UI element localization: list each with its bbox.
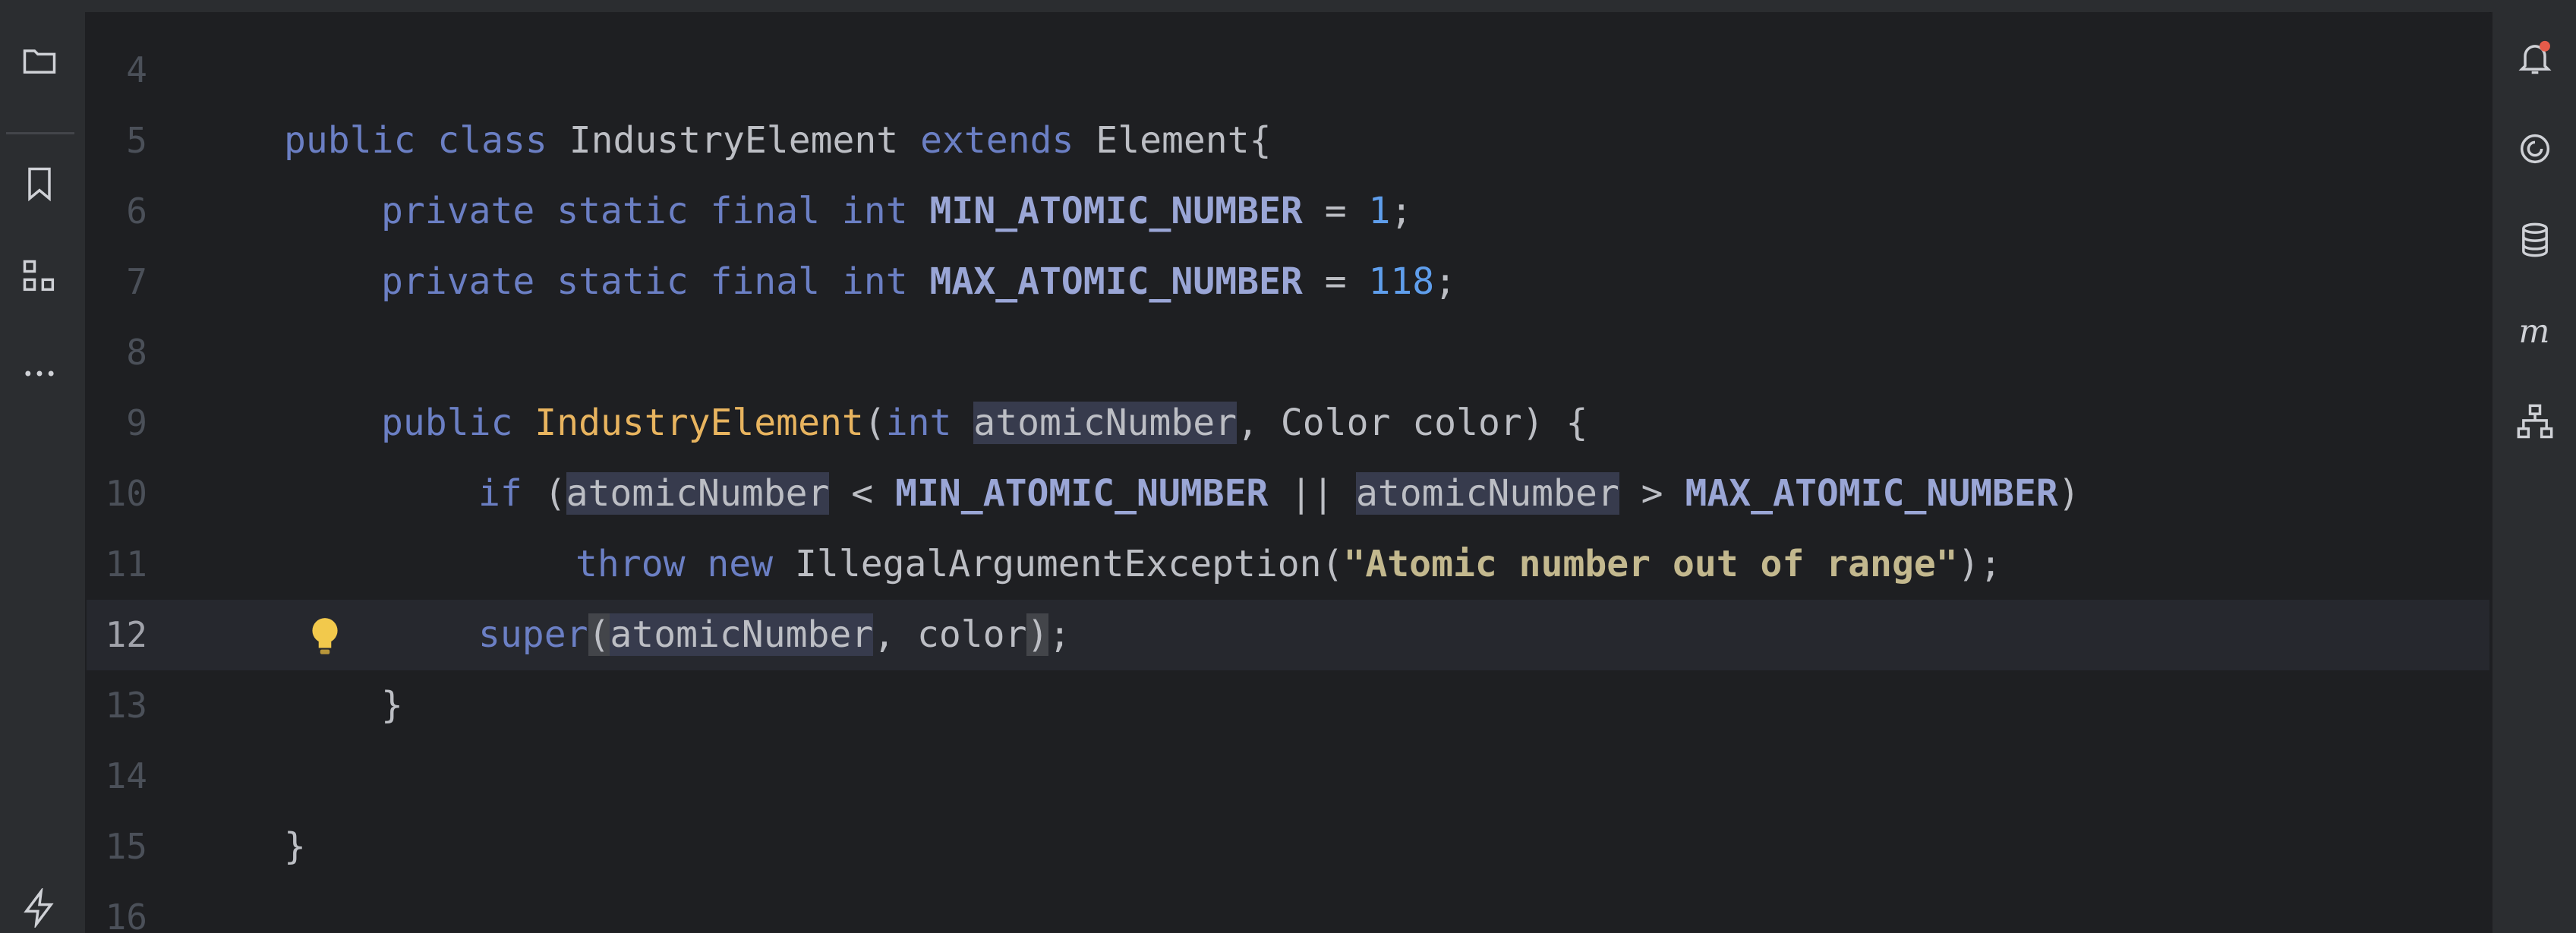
hierarchy-icon[interactable]: [2512, 399, 2558, 445]
line-number: 5: [126, 120, 147, 161]
code-line[interactable]: 15 }: [87, 812, 2489, 882]
code-text: if (atomicNumber < MIN_ATOMIC_NUMBER || …: [478, 472, 2080, 515]
line-number: 4: [126, 49, 147, 90]
left-tool-strip: [0, 12, 87, 933]
code-text: }: [284, 825, 306, 868]
more-icon[interactable]: [17, 351, 62, 396]
folder-icon[interactable]: [17, 38, 62, 84]
line-number: 9: [126, 402, 147, 443]
line-number: 16: [105, 897, 147, 933]
lightbulb-icon[interactable]: [305, 615, 345, 659]
code-line[interactable]: 7 private static final int MAX_ATOMIC_NU…: [87, 247, 2489, 317]
param-highlight: atomicNumber: [973, 402, 1238, 444]
param-highlight: atomicNumber: [610, 613, 874, 656]
line-number: 14: [105, 755, 147, 796]
right-tool-strip: m: [2491, 12, 2576, 933]
svg-text:m: m: [2518, 313, 2549, 351]
code-line[interactable]: 14: [87, 741, 2489, 812]
code-text: private static final int MIN_ATOMIC_NUMB…: [381, 190, 1413, 232]
code-line[interactable]: 16: [87, 882, 2489, 933]
code-line-current[interactable]: 12 super(atomicNumber, color);: [87, 600, 2489, 670]
code-text: throw new IllegalArgumentException("Atom…: [575, 543, 2002, 585]
code-text: }: [381, 684, 403, 727]
code-text: public class IndustryElement extends Ele…: [284, 119, 1272, 162]
line-number: 10: [105, 473, 147, 514]
line-number: 13: [105, 685, 147, 726]
structure-icon[interactable]: [17, 254, 62, 299]
notification-icon[interactable]: [2512, 35, 2558, 80]
code-line[interactable]: 8: [87, 317, 2489, 388]
code-line[interactable]: 6 private static final int MIN_ATOMIC_NU…: [87, 176, 2489, 247]
param-highlight: atomicNumber: [1355, 472, 1619, 515]
line-number: 11: [105, 544, 147, 585]
paren-match-highlight: ): [1026, 613, 1049, 656]
line-number: 12: [105, 614, 147, 655]
line-number: 8: [126, 332, 147, 373]
bookmark-icon[interactable]: [17, 161, 62, 206]
database-icon[interactable]: [2512, 217, 2558, 263]
code-text: private static final int MAX_ATOMIC_NUMB…: [381, 260, 1457, 303]
ai-assistant-icon[interactable]: [2512, 126, 2558, 172]
code-line[interactable]: 13 }: [87, 670, 2489, 741]
code-editor[interactable]: 4 5 public class IndustryElement extends…: [87, 12, 2489, 933]
top-bar: [0, 0, 2576, 13]
code-line[interactable]: 4: [87, 35, 2489, 106]
code-line[interactable]: 10 if (atomicNumber < MIN_ATOMIC_NUMBER …: [87, 459, 2489, 529]
maven-icon[interactable]: m: [2512, 308, 2558, 354]
line-number: 7: [126, 261, 147, 302]
power-icon[interactable]: [17, 885, 62, 931]
divider: [6, 132, 74, 134]
line-number: 15: [105, 826, 147, 867]
code-line[interactable]: 5 public class IndustryElement extends E…: [87, 106, 2489, 176]
paren-match-highlight: (: [588, 613, 610, 656]
param-highlight: atomicNumber: [566, 472, 830, 515]
code-line[interactable]: 9 public IndustryElement(int atomicNumbe…: [87, 388, 2489, 459]
code-line[interactable]: 11 throw new IllegalArgumentException("A…: [87, 529, 2489, 600]
code-text: public IndustryElement(int atomicNumber,…: [381, 402, 1588, 444]
line-number: 6: [126, 191, 147, 232]
code-text: super(atomicNumber, color);: [478, 613, 1071, 656]
